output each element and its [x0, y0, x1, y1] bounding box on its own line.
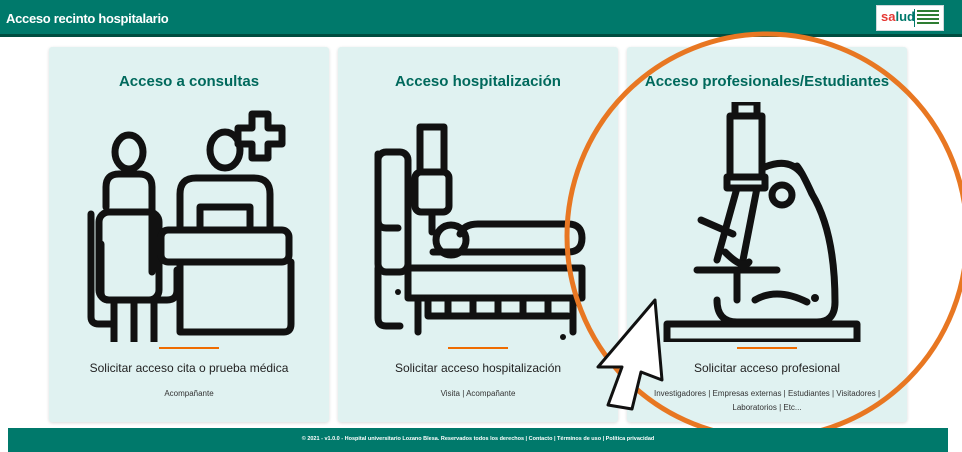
- hospital-bed-icon: [374, 123, 586, 340]
- accent-divider: [737, 347, 797, 349]
- request-appointment-link[interactable]: Solicitar acceso cita o prueba médica: [49, 361, 329, 375]
- card-hospitalizacion[interactable]: Acceso hospitalización Solicitar acceso …: [338, 47, 618, 422]
- card-title: Acceso hospitalización: [395, 73, 561, 90]
- card-subtitle: Investigadores | Empresas externas | Est…: [653, 389, 881, 412]
- card-title: Acceso a consultas: [118, 73, 260, 90]
- card-title: Acceso profesionales/Estudiantes: [644, 73, 890, 90]
- accent-divider: [159, 347, 219, 349]
- card-consultas[interactable]: Acceso a consultas Solicitar acceso cita…: [49, 47, 329, 422]
- consultation-icon: [87, 110, 295, 342]
- request-professional-link[interactable]: Solicitar acceso profesional: [627, 361, 907, 375]
- salud-logo: salud: [876, 5, 944, 31]
- footer: © 2021 - v1.0.0 - Hospital universitario…: [8, 428, 948, 452]
- card-subtitle: Visita | Acompañante: [440, 389, 516, 398]
- top-bar: Acceso recinto hospitalario salud: [0, 0, 962, 37]
- accent-divider: [448, 347, 508, 349]
- microscope-icon: [663, 102, 861, 342]
- footer-text: © 2021 - v1.0.0 - Hospital universitario…: [301, 436, 655, 442]
- card-profesionales[interactable]: Acceso profesionales/Estudiantes Solicit…: [627, 47, 907, 422]
- request-hospitalization-link[interactable]: Solicitar acceso hospitalización: [338, 361, 618, 375]
- logo-wordmark: salud: [881, 9, 915, 24]
- card-subtitle: Acompañante: [164, 389, 214, 398]
- page-title: Acceso recinto hospitalario: [6, 11, 169, 26]
